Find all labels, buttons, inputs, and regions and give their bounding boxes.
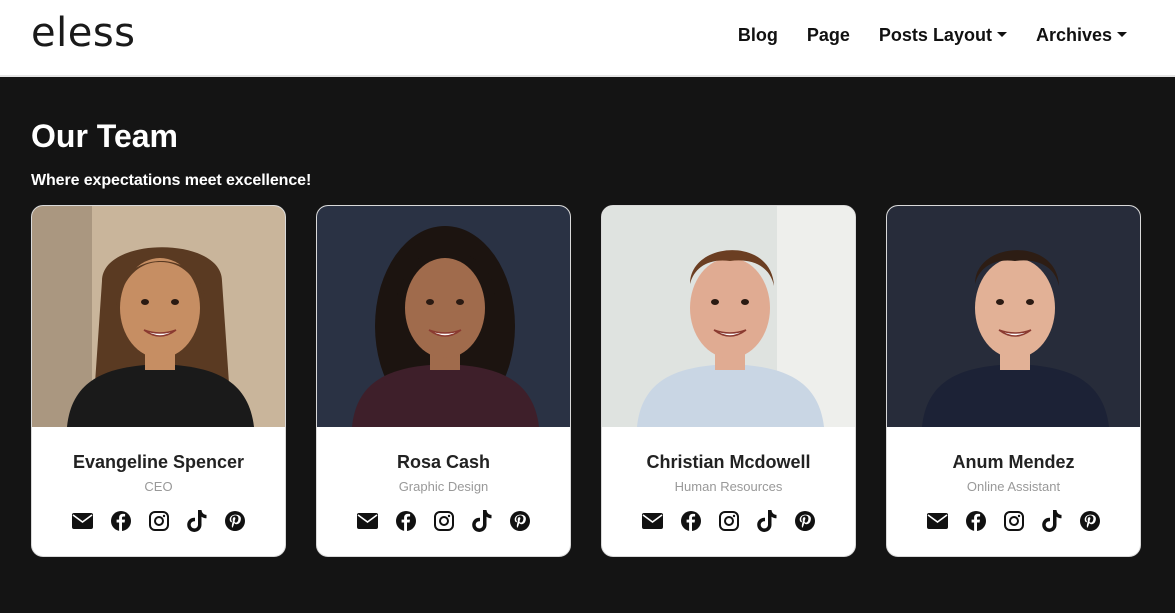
facebook-icon[interactable] [110,510,132,532]
envelope-icon[interactable] [72,510,94,532]
tiktok-icon[interactable] [186,510,208,532]
nav-item-label: Blog [737,25,778,45]
envelope-icon[interactable] [642,510,664,532]
member-role: Graphic Design [398,479,489,494]
nav-item-archives[interactable]: Archives [1036,25,1127,46]
nav-item-label: Posts Layout [878,25,992,45]
caret-down-icon [996,32,1007,37]
member-info: Christian Mcdowell Human Resources [602,427,855,532]
nav-item-page[interactable]: Page [807,25,850,46]
section-subtitle: Where expectations meet excellence! [31,172,312,189]
member-info: Evangeline Spencer CEO [32,427,285,532]
member-name: Rosa Cash [396,452,491,472]
instagram-icon[interactable] [433,510,455,532]
instagram-icon[interactable] [1003,510,1025,532]
team-cards: Evangeline Spencer CEO Rosa Cash Graphic… [31,205,1141,557]
team-header: Our Team Where expectations meet excelle… [31,118,311,190]
nav-item-blog[interactable]: Blog [738,25,778,46]
social-links [887,510,1140,532]
social-links [317,510,570,532]
member-name: Christian Mcdowell [646,452,811,472]
facebook-icon[interactable] [680,510,702,532]
member-info: Anum Mendez Online Assistant [887,427,1140,532]
navbar: eless Blog Page Posts Layout Archives [0,0,1175,77]
team-member-card: Evangeline Spencer CEO [31,205,286,557]
facebook-icon[interactable] [965,510,987,532]
pinterest-icon[interactable] [509,510,531,532]
section-title: Our Team [31,118,178,154]
instagram-icon[interactable] [718,510,740,532]
social-links [32,510,285,532]
tiktok-icon[interactable] [756,510,778,532]
member-photo [317,206,570,427]
pinterest-icon[interactable] [794,510,816,532]
envelope-icon[interactable] [927,510,949,532]
member-photo [887,206,1140,427]
nav-item-posts-layout[interactable]: Posts Layout [879,25,1007,46]
pinterest-icon[interactable] [224,510,246,532]
tiktok-icon[interactable] [1041,510,1063,532]
main-nav: Blog Page Posts Layout Archives [709,25,1127,46]
facebook-icon[interactable] [395,510,417,532]
member-role: CEO [144,479,173,494]
team-member-card: Christian Mcdowell Human Resources [601,205,856,557]
nav-item-label: Archives [1035,25,1112,45]
member-photo [32,206,285,427]
team-member-card: Rosa Cash Graphic Design [316,205,571,557]
team-member-card: Anum Mendez Online Assistant [886,205,1141,557]
member-name: Evangeline Spencer [72,452,245,472]
nav-item-label: Page [806,25,850,45]
member-info: Rosa Cash Graphic Design [317,427,570,532]
member-photo [602,206,855,427]
member-name: Anum Mendez [952,452,1075,472]
brand-logo[interactable]: eless [31,10,136,56]
pinterest-icon[interactable] [1079,510,1101,532]
instagram-icon[interactable] [148,510,170,532]
member-role: Online Assistant [966,479,1061,494]
envelope-icon[interactable] [357,510,379,532]
member-role: Human Resources [674,479,783,494]
tiktok-icon[interactable] [471,510,493,532]
caret-down-icon [1117,32,1127,37]
social-links [602,510,855,532]
